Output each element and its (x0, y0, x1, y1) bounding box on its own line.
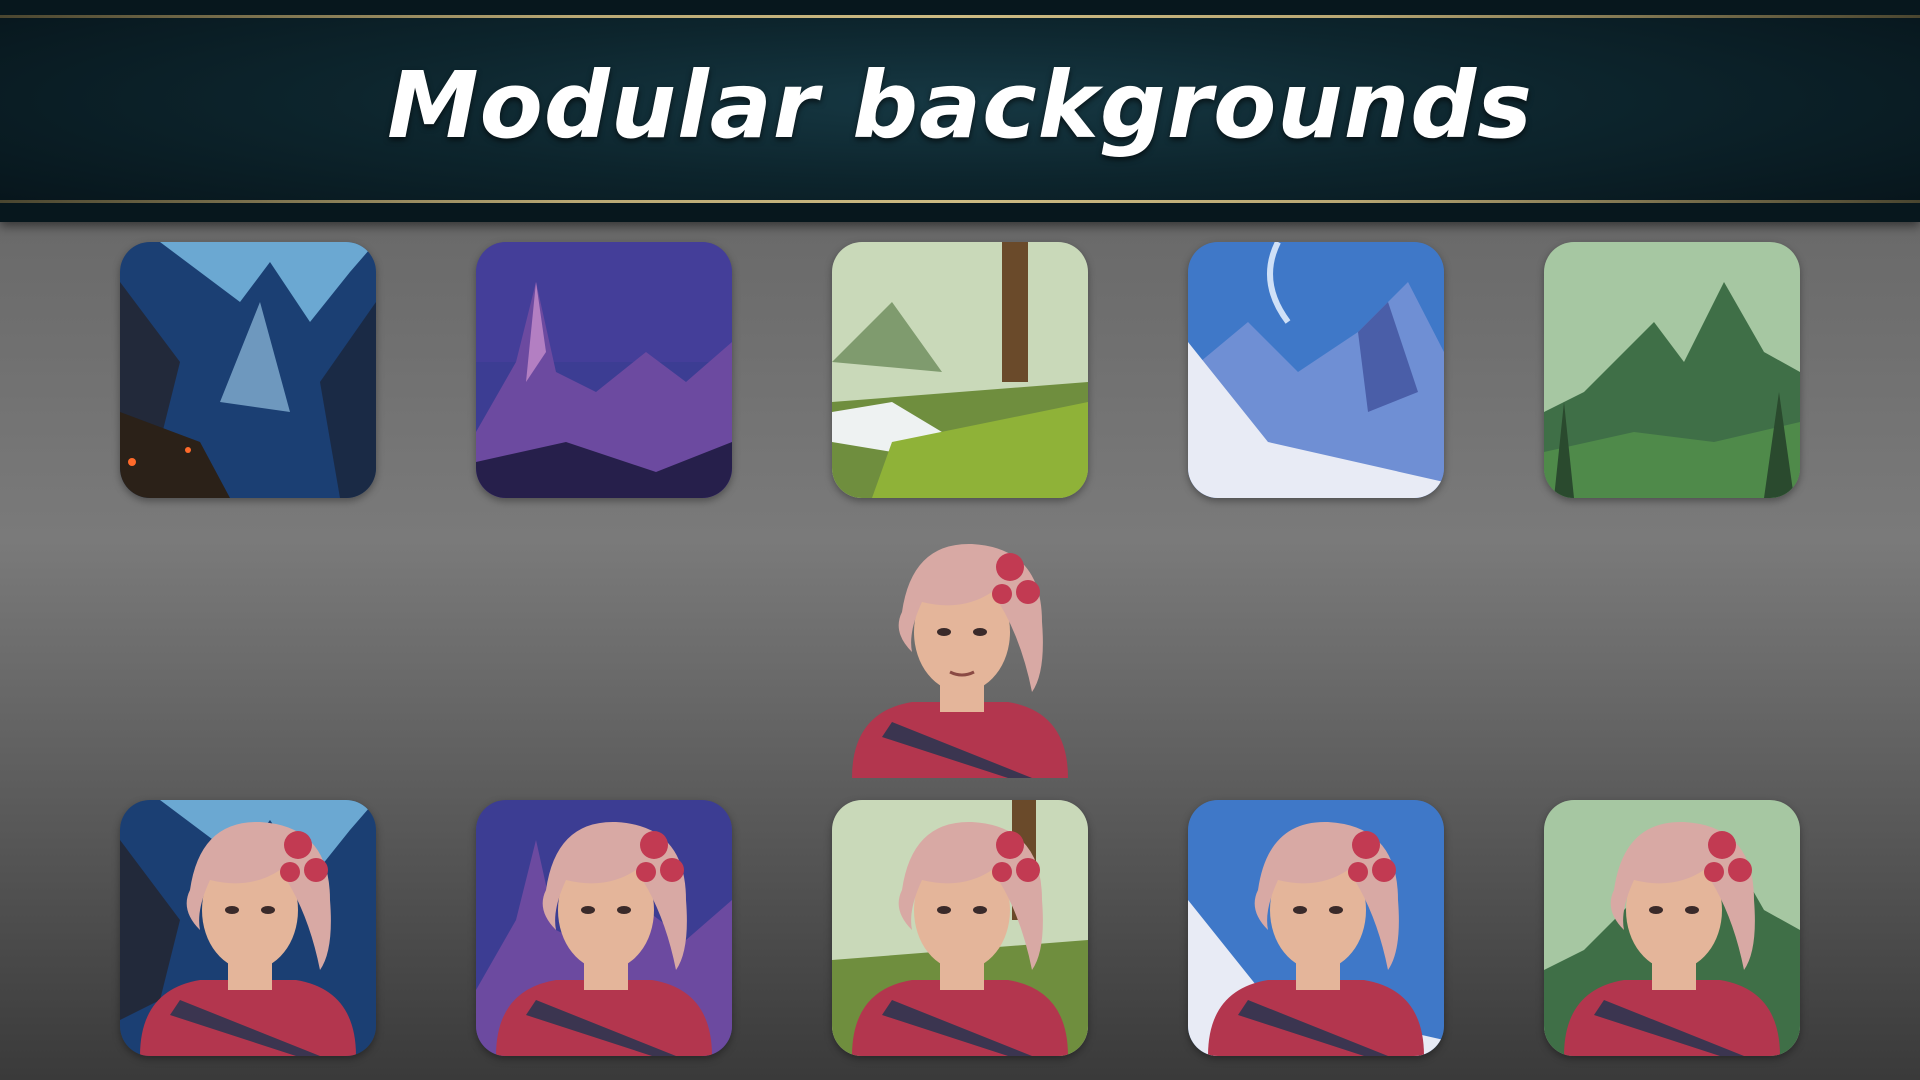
green-valley-image (1544, 242, 1800, 498)
composite-tile-crystal-cave[interactable] (120, 800, 376, 1056)
page-title: Modular backgrounds (387, 52, 1533, 159)
purple-peaks-image (476, 242, 732, 498)
composite-green-valley-image (1544, 800, 1800, 1056)
forest-waterfall-image (832, 242, 1088, 498)
composite-tile-ice-mountains[interactable] (1188, 800, 1444, 1056)
background-tile-green-valley[interactable] (1544, 242, 1800, 498)
composite-crystal-cave-image (120, 800, 376, 1056)
character-portrait[interactable] (832, 522, 1088, 778)
composite-purple-peaks-image (476, 800, 732, 1056)
background-tile-ice-mountains[interactable] (1188, 242, 1444, 498)
composite-forest-waterfall-image (832, 800, 1088, 1056)
composite-tile-purple-peaks[interactable] (476, 800, 732, 1056)
gold-rule-top (0, 15, 1920, 18)
ice-mountains-image (1188, 242, 1444, 498)
composite-tile-green-valley[interactable] (1544, 800, 1800, 1056)
background-tile-purple-peaks[interactable] (476, 242, 732, 498)
background-tile-forest-waterfall[interactable] (832, 242, 1088, 498)
crystal-cave-image (120, 242, 376, 498)
title-banner: Modular backgrounds (0, 0, 1920, 222)
composite-tile-forest-waterfall[interactable] (832, 800, 1088, 1056)
banner-edge-top (0, 0, 1920, 15)
background-tile-crystal-cave[interactable] (120, 242, 376, 498)
banner-edge-bottom (0, 203, 1920, 222)
character-image (852, 543, 1068, 778)
composite-ice-mountains-image (1188, 800, 1444, 1056)
